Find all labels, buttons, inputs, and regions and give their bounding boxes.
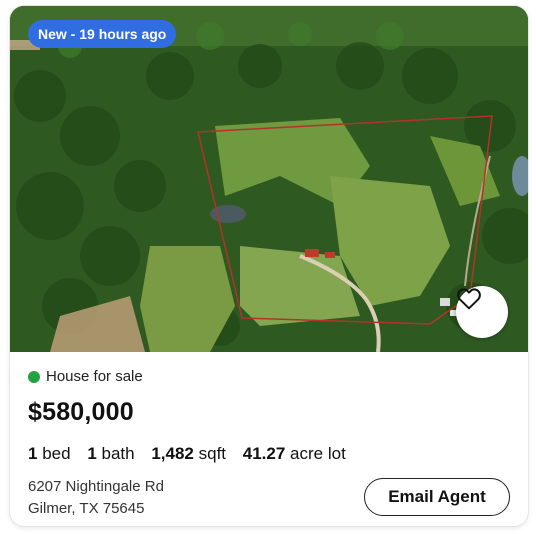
listing-status: House for sale xyxy=(28,368,143,385)
baths-label: bath xyxy=(101,444,135,463)
listing-details: House for sale $580,000 1 bed 1 bath 1,4… xyxy=(10,352,528,526)
address-city: Gilmer, TX 75645 xyxy=(28,500,145,517)
lot-count: 41.27 xyxy=(242,444,286,463)
sqft-label: sqft xyxy=(198,444,227,463)
beds-label: bed xyxy=(42,444,71,463)
heart-outline-icon xyxy=(457,288,481,310)
listing-price: $580,000 xyxy=(28,398,134,426)
baths-spec: 1 bath xyxy=(87,444,134,463)
property-aerial-photo[interactable]: New - 19 hours ago xyxy=(10,6,528,352)
email-agent-button[interactable]: Email Agent xyxy=(364,478,510,516)
aerial-image xyxy=(10,6,528,352)
status-label: House for sale xyxy=(46,368,143,385)
listing-card[interactable]: New - 19 hours ago House for sale $580,0… xyxy=(10,6,528,526)
favorite-button[interactable] xyxy=(456,286,508,338)
sqft-spec: 1,482 sqft xyxy=(151,444,226,463)
listing-address[interactable]: 6207 Nightingale Rd Gilmer, TX 75645 xyxy=(28,476,164,520)
lot-label: acre lot xyxy=(290,444,346,463)
baths-count: 1 xyxy=(87,444,97,463)
sqft-count: 1,482 xyxy=(151,444,194,463)
lot-spec: 41.27 acre lot xyxy=(243,444,346,463)
listing-specs: 1 bed 1 bath 1,482 sqft 41.27 acre lot xyxy=(28,444,358,464)
beds-spec: 1 bed xyxy=(28,444,71,463)
address-street: 6207 Nightingale Rd xyxy=(28,478,164,495)
beds-count: 1 xyxy=(28,444,38,463)
status-dot-icon xyxy=(28,370,40,383)
new-listing-badge: New - 19 hours ago xyxy=(28,20,177,48)
